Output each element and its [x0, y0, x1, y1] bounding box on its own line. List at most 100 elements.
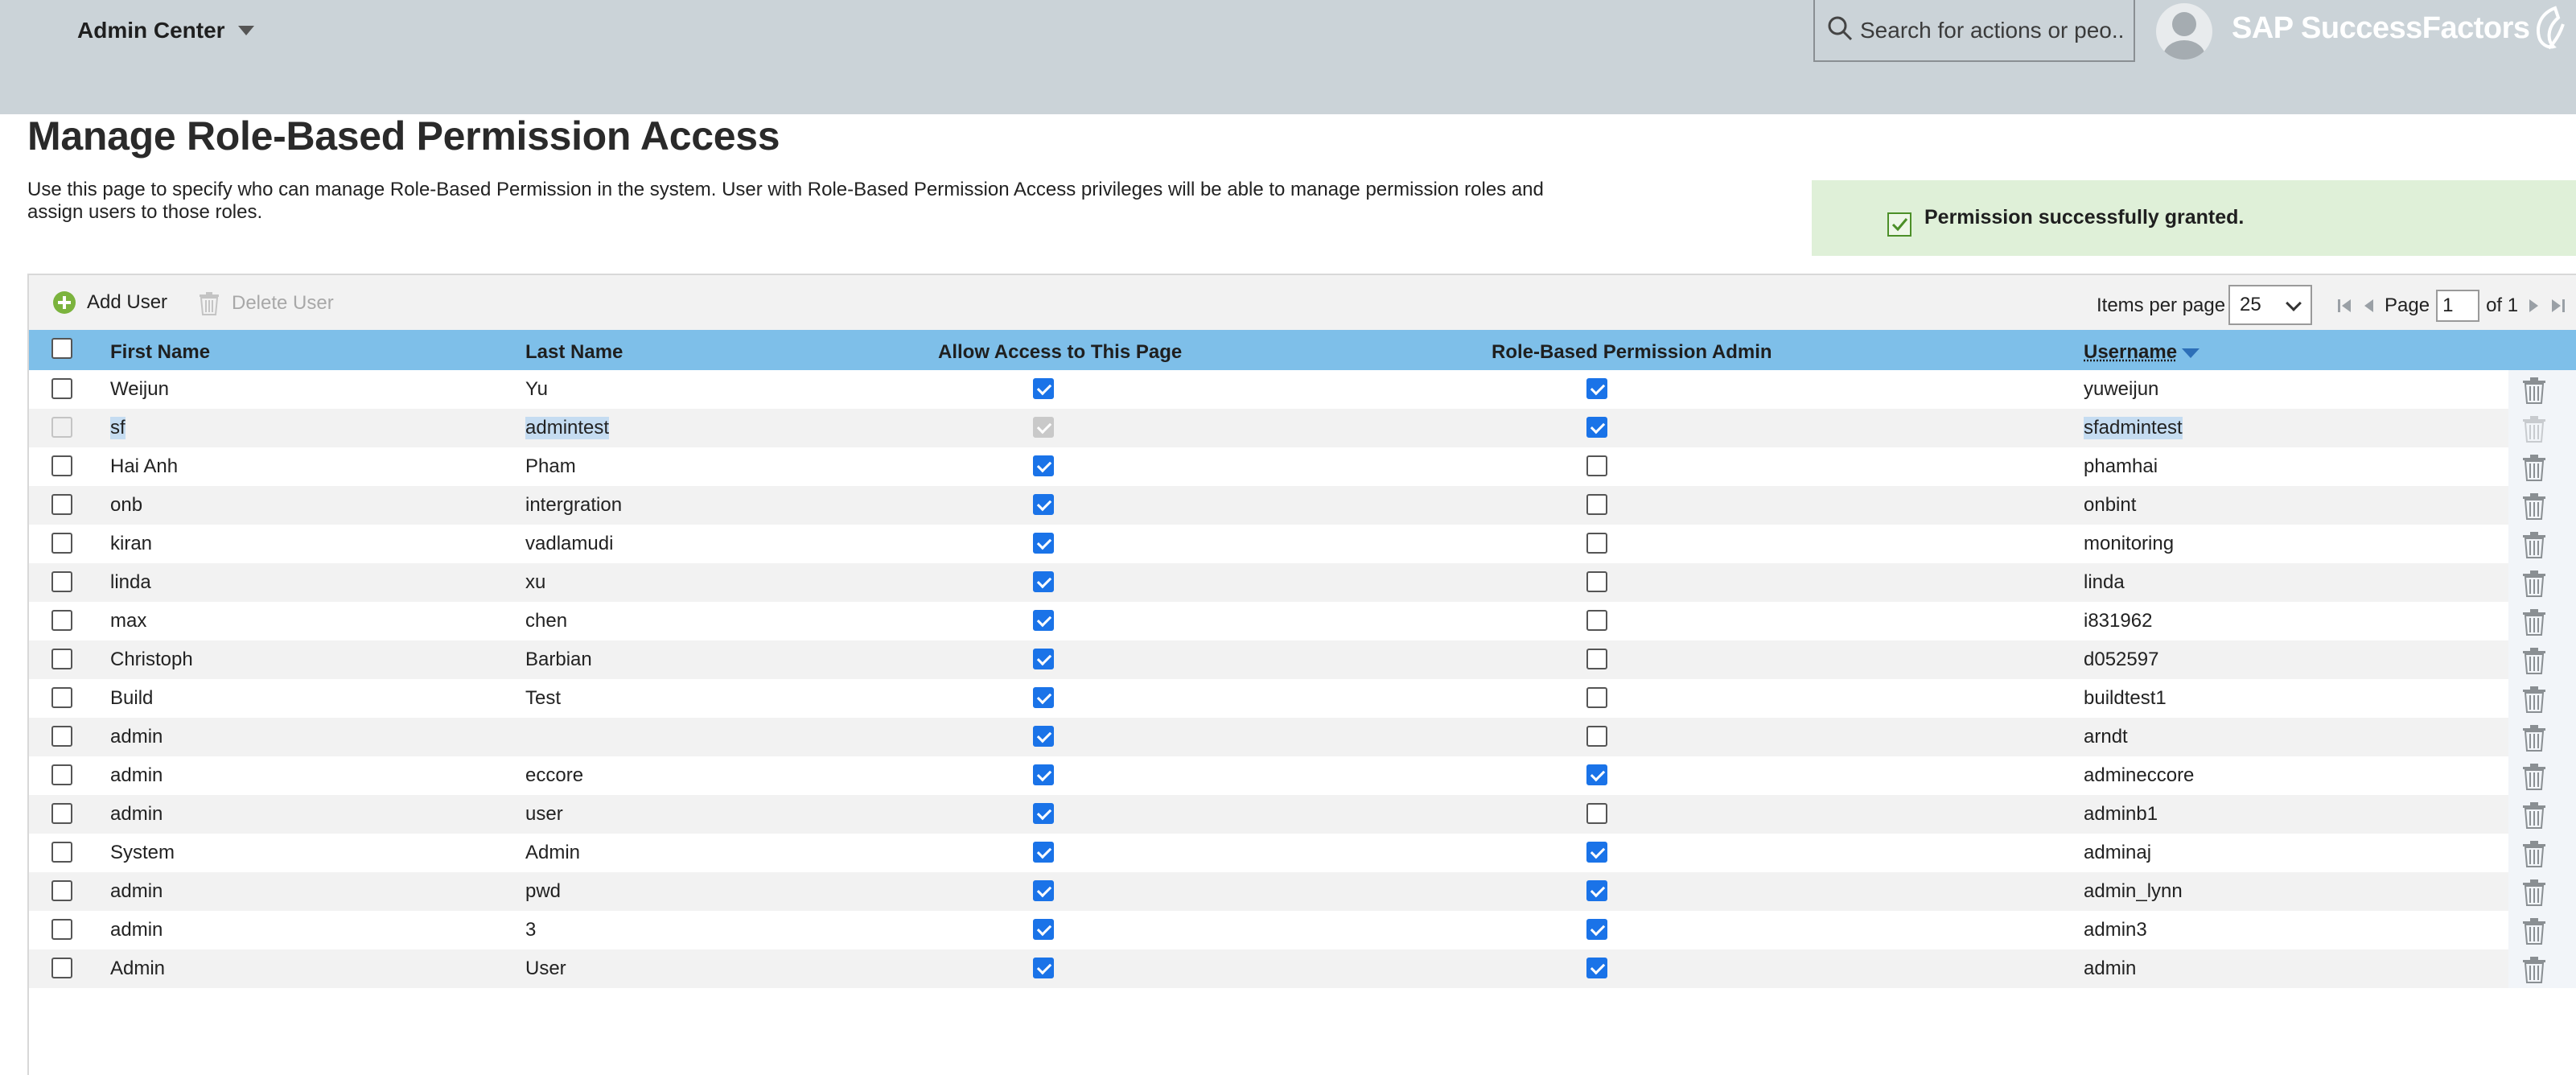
previous-page-icon[interactable] [2360, 296, 2378, 315]
table-row[interactable]: System Admin adminaj [29, 834, 2576, 872]
delete-row-trash-icon[interactable] [2521, 570, 2547, 597]
rbp-admin-checkbox[interactable] [1586, 803, 1607, 824]
delete-row-trash-icon[interactable] [2521, 686, 2547, 713]
column-header-first-name[interactable]: First Name [110, 341, 210, 364]
delete-row-trash-icon[interactable] [2521, 454, 2547, 481]
row-select-checkbox[interactable] [51, 494, 72, 515]
rbp-admin-checkbox[interactable] [1586, 533, 1607, 554]
allow-access-checkbox[interactable] [1033, 803, 1054, 824]
table-row[interactable]: sf admintest sfadmintest [29, 409, 2576, 447]
table-row[interactable]: Build Test buildtest1 [29, 679, 2576, 718]
delete-row-trash-icon[interactable] [2521, 917, 2547, 945]
allow-access-checkbox[interactable] [1033, 571, 1054, 592]
table-row[interactable]: Christoph Barbian d052597 [29, 640, 2576, 679]
admin-center-menu[interactable]: Admin Center [77, 16, 254, 45]
page-description-line2: assign users to those roles. [27, 201, 263, 223]
column-header-allow-access[interactable]: Allow Access to This Page [938, 341, 1182, 364]
next-page-icon[interactable] [2525, 296, 2542, 315]
rbp-admin-checkbox[interactable] [1586, 958, 1607, 978]
delete-row-trash-icon[interactable] [2521, 415, 2547, 443]
last-name-cell: Test [525, 687, 562, 709]
allow-access-checkbox[interactable] [1033, 958, 1054, 978]
row-select-checkbox[interactable] [51, 533, 72, 554]
allow-access-checkbox[interactable] [1033, 919, 1054, 940]
delete-row-trash-icon[interactable] [2521, 377, 2547, 404]
allow-access-checkbox[interactable] [1033, 533, 1054, 554]
row-select-checkbox[interactable] [51, 764, 72, 785]
table-row[interactable]: Weijun Yu yuweijun [29, 370, 2576, 409]
allow-access-checkbox[interactable] [1033, 378, 1054, 399]
row-select-checkbox[interactable] [51, 726, 72, 747]
allow-access-checkbox[interactable] [1033, 726, 1054, 747]
last-page-icon[interactable] [2549, 296, 2566, 315]
delete-row-trash-icon[interactable] [2521, 956, 2547, 983]
allow-access-checkbox[interactable] [1033, 649, 1054, 669]
rbp-admin-checkbox[interactable] [1586, 880, 1607, 901]
table-row[interactable]: admin pwd admin_lynn [29, 872, 2576, 911]
allow-access-checkbox[interactable] [1033, 610, 1054, 631]
delete-row-trash-icon[interactable] [2521, 840, 2547, 867]
rbp-admin-checkbox[interactable] [1586, 494, 1607, 515]
search-input[interactable] [1860, 17, 2125, 43]
table-row[interactable]: Hai Anh Pham phamhai [29, 447, 2576, 486]
row-select-checkbox[interactable] [51, 919, 72, 940]
delete-row-trash-icon[interactable] [2521, 647, 2547, 674]
search-box[interactable] [1813, 0, 2135, 62]
table-row[interactable]: linda xu linda [29, 563, 2576, 602]
table-row[interactable]: Admin User admin [29, 949, 2576, 988]
allow-access-checkbox[interactable] [1033, 764, 1054, 785]
first-page-icon[interactable] [2336, 296, 2354, 315]
rbp-admin-checkbox[interactable] [1586, 764, 1607, 785]
table-row[interactable]: admin user adminb1 [29, 795, 2576, 834]
row-select-checkbox[interactable] [51, 455, 72, 476]
select-all-checkbox[interactable] [51, 338, 72, 359]
row-select-checkbox[interactable] [51, 649, 72, 669]
delete-row-trash-icon[interactable] [2521, 763, 2547, 790]
rbp-admin-checkbox[interactable] [1586, 919, 1607, 940]
rbp-admin-checkbox[interactable] [1586, 687, 1607, 708]
row-select-checkbox[interactable] [51, 610, 72, 631]
allow-access-checkbox[interactable] [1033, 494, 1054, 515]
row-select-checkbox[interactable] [51, 880, 72, 901]
column-header-last-name[interactable]: Last Name [525, 341, 623, 364]
delete-user-button[interactable]: Delete User [198, 291, 334, 315]
table-row[interactable]: max chen i831962 [29, 602, 2576, 640]
table-row[interactable]: onb intergration onbint [29, 486, 2576, 525]
add-user-button[interactable]: Add User [53, 291, 167, 314]
delete-row-trash-icon[interactable] [2521, 801, 2547, 829]
delete-row-trash-icon[interactable] [2521, 531, 2547, 558]
row-select-checkbox[interactable] [51, 958, 72, 978]
delete-row-trash-icon[interactable] [2521, 879, 2547, 906]
table-row[interactable]: admin eccore admineccore [29, 756, 2576, 795]
row-select-checkbox[interactable] [51, 378, 72, 399]
rbp-admin-checkbox[interactable] [1586, 726, 1607, 747]
table-row[interactable]: admin 3 admin3 [29, 911, 2576, 949]
rbp-admin-checkbox[interactable] [1586, 610, 1607, 631]
row-select-checkbox[interactable] [51, 571, 72, 592]
row-select-checkbox[interactable] [51, 803, 72, 824]
delete-row-trash-icon[interactable] [2521, 724, 2547, 752]
row-select-checkbox[interactable] [51, 842, 72, 863]
rbp-admin-checkbox[interactable] [1586, 378, 1607, 399]
row-select-checkbox[interactable] [51, 687, 72, 708]
table-row[interactable]: kiran vadlamudi monitoring [29, 525, 2576, 563]
rbp-admin-checkbox[interactable] [1586, 455, 1607, 476]
rbp-admin-checkbox[interactable] [1586, 649, 1607, 669]
column-header-username[interactable]: Username [2084, 341, 2200, 364]
avatar[interactable] [2156, 3, 2212, 60]
table-row[interactable]: admin arndt [29, 718, 2576, 756]
items-per-page-select[interactable]: 25 [2228, 285, 2312, 325]
column-header-rbp-admin[interactable]: Role-Based Permission Admin [1492, 341, 1772, 364]
allow-access-checkbox[interactable] [1033, 842, 1054, 863]
allow-access-checkbox[interactable] [1033, 455, 1054, 476]
page-number-input[interactable]: 1 [2436, 290, 2480, 322]
delete-row-trash-icon[interactable] [2521, 492, 2547, 520]
allow-access-checkbox[interactable] [1033, 687, 1054, 708]
rbp-admin-checkbox[interactable] [1586, 571, 1607, 592]
row-select-checkbox[interactable] [51, 417, 72, 438]
delete-row-trash-icon[interactable] [2521, 608, 2547, 636]
rbp-admin-checkbox[interactable] [1586, 417, 1607, 438]
allow-access-checkbox[interactable] [1033, 880, 1054, 901]
allow-access-checkbox[interactable] [1033, 417, 1054, 438]
rbp-admin-checkbox[interactable] [1586, 842, 1607, 863]
